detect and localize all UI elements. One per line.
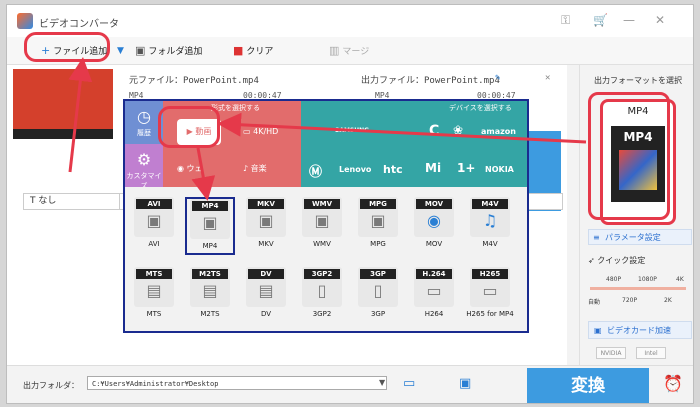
- annotation-arrows: [68, 57, 587, 201]
